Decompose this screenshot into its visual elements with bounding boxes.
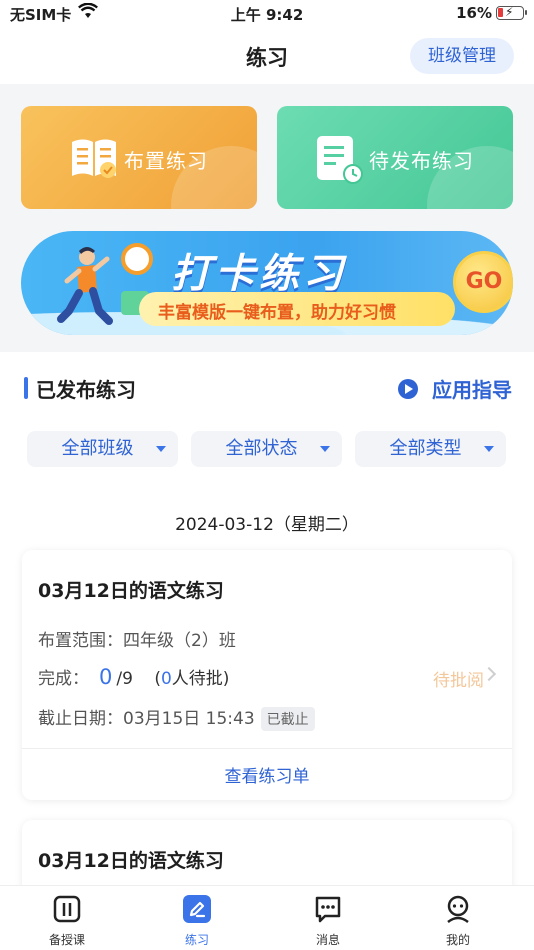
filter-type-dropdown[interactable]: 全部类型 <box>355 431 506 467</box>
deadline-text: 截止日期：03月15日 15:43 <box>38 709 255 729</box>
app-guide-link[interactable]: 应用指导 <box>398 374 512 403</box>
caret-down-icon <box>156 446 166 452</box>
date-header: 2024-03-12（星期二） <box>175 515 359 535</box>
status-bar: 无SIM卡 上午 9:42 16% ⚡ <box>0 0 534 30</box>
exercise-title: 03月12日的语文练习 <box>38 580 224 602</box>
assign-exercise-button[interactable]: 布置练习 <box>21 106 257 209</box>
caret-down-icon <box>320 446 330 452</box>
pending-exercise-label: 待发布练习 <box>369 149 474 173</box>
alarm-clock-icon <box>121 243 153 275</box>
tab-label: 练习 <box>184 933 209 947</box>
exercise-title: 03月12日的语文练习 <box>38 850 224 872</box>
completion-label: 完成： <box>38 669 89 689</box>
filter-type-label: 全部类型 <box>389 438 462 459</box>
tab-bar: 备授课 练习 消息 我的 <box>0 885 534 950</box>
message-icon <box>313 894 343 924</box>
play-icon <box>398 378 418 399</box>
completion-count: 0 <box>99 665 113 689</box>
book-icon <box>52 894 82 924</box>
banner-subtitle: 丰富模版一键布置，助力好习惯 <box>158 303 396 323</box>
deadline-row: 截止日期：03月15日 15:43 已截止 <box>38 704 315 731</box>
tab-profile[interactable]: 我的 <box>418 894 498 948</box>
pending-exercise-button[interactable]: 待发布练习 <box>277 106 513 209</box>
app-guide-label: 应用指导 <box>432 378 512 402</box>
draft-document-icon <box>315 134 365 190</box>
review-link[interactable]: 待批阅 <box>433 666 484 691</box>
exercise-scope: 布置范围：四年级（2）班 <box>38 631 236 651</box>
pencil-icon <box>182 894 212 924</box>
assign-exercise-label: 布置练习 <box>124 149 208 173</box>
runner-illustration <box>53 245 117 333</box>
banner-go-button[interactable]: GO <box>453 251 513 313</box>
profile-icon <box>443 894 473 924</box>
pending-review-count: (0人待批) <box>154 669 230 689</box>
exercise-card[interactable]: 03月12日的语文练习 布置范围：四年级（2）班 完成： 0/9 (0人待批) 待… <box>22 550 512 800</box>
battery-icon: ⚡ <box>496 5 527 20</box>
chevron-right-icon <box>481 666 497 682</box>
status-badge: 已截止 <box>260 707 315 731</box>
checkin-banner[interactable]: 打卡练习 丰富模版一键布置，助力好习惯 GO <box>21 231 513 335</box>
view-exercise-sheet-button[interactable]: 查看练习单 <box>22 762 512 787</box>
clock: 上午 9:42 <box>230 6 304 24</box>
caret-down-icon <box>484 446 494 452</box>
filter-class-label: 全部班级 <box>61 438 134 459</box>
class-management-button[interactable]: 班级管理 <box>410 38 514 74</box>
tab-label: 备授课 <box>48 933 85 947</box>
filter-status-dropdown[interactable]: 全部状态 <box>191 431 342 467</box>
filter-class-dropdown[interactable]: 全部班级 <box>27 431 178 467</box>
battery-percent: 16% <box>456 4 492 22</box>
published-section: 已发布练习 应用指导 全部班级 全部状态 全部类型 2024-03-12（星期二… <box>0 352 534 910</box>
nav-bar: 练习 班级管理 <box>0 30 534 84</box>
tab-lesson-prep[interactable]: 备授课 <box>27 894 107 948</box>
section-header: 已发布练习 <box>24 376 136 402</box>
tab-label: 我的 <box>445 933 470 947</box>
section-accent-bar <box>24 377 28 399</box>
completion-row: 完成： 0/9 (0人待批) <box>38 664 229 689</box>
banner-headline: 打卡练习 <box>171 251 347 297</box>
open-book-icon <box>69 136 119 186</box>
card-divider <box>22 748 512 749</box>
tab-label: 消息 <box>315 933 340 947</box>
tab-messages[interactable]: 消息 <box>288 894 368 948</box>
completion-total: /9 <box>116 669 133 689</box>
filter-status-label: 全部状态 <box>225 438 298 459</box>
tab-exercise[interactable]: 练习 <box>157 894 237 948</box>
section-title: 已发布练习 <box>36 377 136 402</box>
